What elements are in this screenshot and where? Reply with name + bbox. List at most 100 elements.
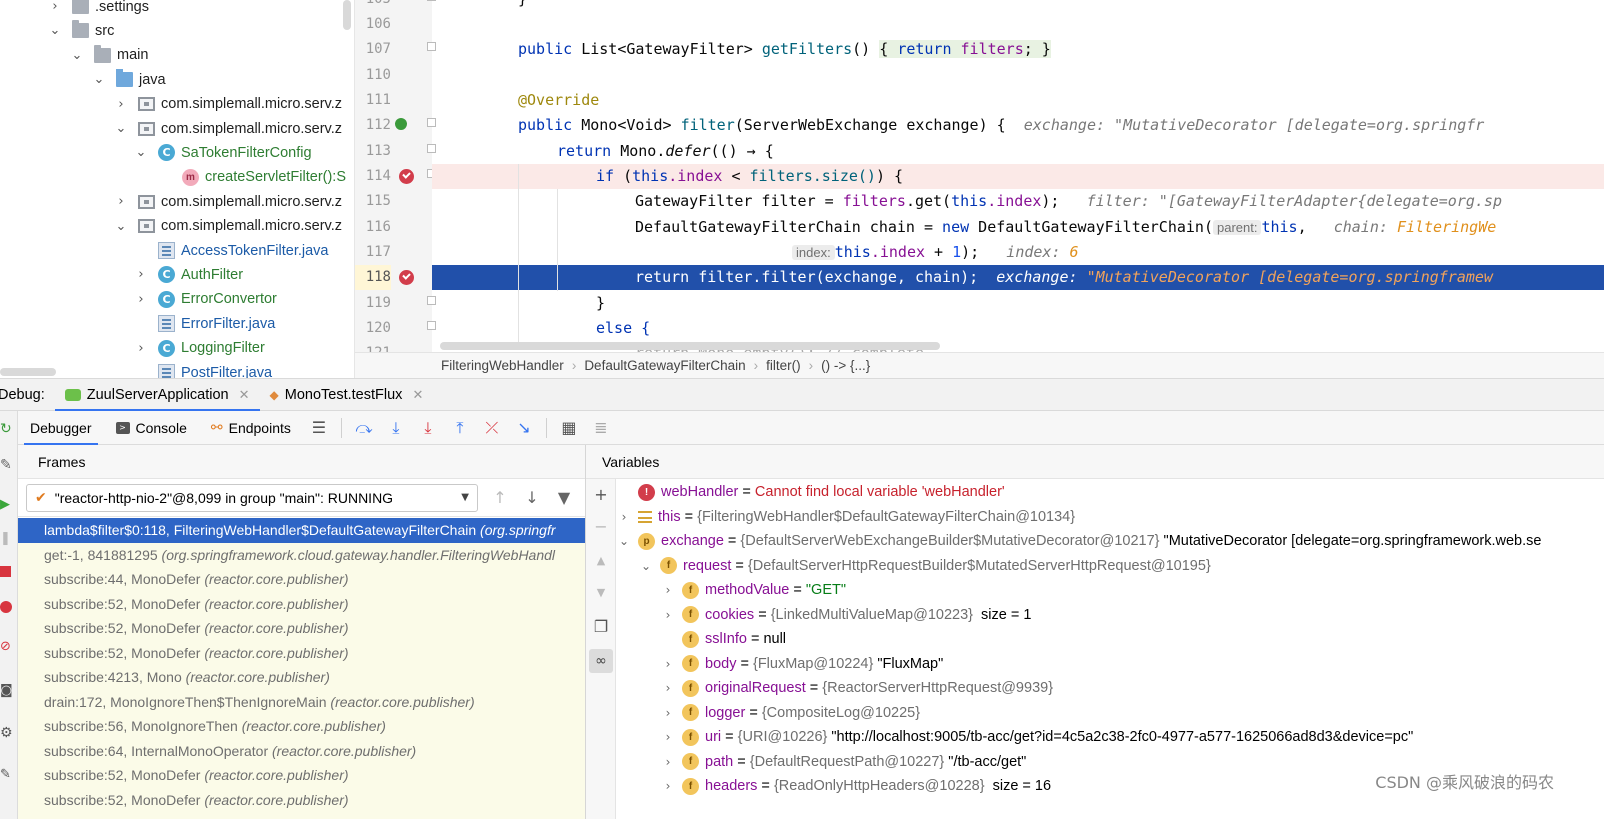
project-tree-item[interactable]: › .settings [48, 0, 149, 19]
chevron-down-icon[interactable]: ⌄ [134, 145, 148, 160]
step-into-icon[interactable]: ⤓ [385, 417, 407, 439]
variable-row[interactable]: › f cookies = {LinkedMultiValueMap@10223} … [662, 603, 1031, 628]
rerun-icon[interactable]: ↻ [0, 421, 14, 437]
editor-horizontal-scrollbar[interactable] [440, 342, 940, 350]
chevron-right-icon[interactable]: › [662, 730, 674, 744]
stack-frame[interactable]: subscribe:52, MonoDefer (reactor.core.pu… [18, 641, 585, 666]
breadcrumb-item[interactable]: () -> {...} [821, 358, 870, 373]
chevron-down-icon[interactable]: ⌄ [618, 534, 630, 548]
variable-row[interactable]: ⌄ f request = {DefaultServerHttpRequestBui… [640, 554, 1211, 579]
chevron-right-icon[interactable]: › [662, 755, 674, 769]
drop-frame-icon[interactable]: ⤫ [481, 417, 503, 439]
variable-row[interactable]: › this = {FilteringWebHandler$DefaultGate… [618, 505, 1075, 530]
stack-frame[interactable]: subscribe:52, MonoDefer (reactor.core.pu… [18, 592, 585, 617]
move-down-icon[interactable]: ▼ [593, 585, 609, 601]
chevron-right-icon[interactable]: › [134, 267, 148, 282]
chevron-down-icon[interactable]: ⌄ [640, 559, 652, 573]
chevron-right-icon[interactable]: › [134, 292, 148, 307]
view-breakpoints-icon[interactable] [0, 601, 12, 613]
code-editor[interactable]: 105 106 107 110 111 112 113 114 115 116 117 118 119 1… [355, 0, 1604, 352]
breadcrumb-item[interactable]: filter() [766, 358, 801, 373]
variable-row[interactable]: f sslInfo = null [662, 627, 786, 652]
tab-zuul-server-application[interactable]: ZuulServerApplication ✕ [54, 378, 260, 412]
run-to-cursor-icon[interactable]: ↘ [513, 417, 535, 439]
tree-horizontal-scrollbar[interactable] [0, 368, 56, 376]
chevron-right-icon[interactable]: › [662, 657, 674, 671]
variable-row[interactable]: › f path = {DefaultRequestPath@10227} "/tb… [662, 750, 1026, 775]
project-tree-item[interactable]: PostFilter.java [134, 360, 272, 378]
step-out-icon[interactable]: ⤒ [449, 417, 471, 439]
resume-icon[interactable]: ▶ [0, 497, 14, 512]
chevron-down-icon[interactable]: ⌄ [70, 48, 84, 63]
layout-menu-icon[interactable]: ☰ [308, 417, 330, 439]
stack-frame[interactable]: subscribe:52, MonoDefer (reactor.core.pu… [18, 788, 585, 813]
project-tree-item[interactable]: m createServletFilter():S [158, 165, 346, 190]
add-watch-icon[interactable]: + [593, 487, 609, 503]
pin-icon[interactable]: ✎ [0, 767, 14, 782]
thread-selector[interactable]: ✔ "reactor-http-nio-2"@8,099 in group "m… [26, 483, 478, 512]
close-icon[interactable]: ✕ [239, 387, 250, 403]
variable-row[interactable]: › f headers = {ReadOnlyHttpHeaders@10228} … [662, 774, 1051, 799]
project-tree-item[interactable]: › com.simplemall.micro.serv.z [114, 189, 342, 214]
folded-body[interactable]: { return filters; } [879, 40, 1051, 58]
arrow-down-icon[interactable]: ↓ [520, 486, 544, 510]
mute-breakpoints-icon[interactable]: ⊘ [0, 639, 14, 654]
chevron-right-icon[interactable]: › [662, 681, 674, 695]
trace-stream-icon[interactable]: ≣ [590, 417, 612, 439]
breakpoint-icon[interactable] [399, 270, 414, 285]
chevron-right-icon[interactable]: › [618, 510, 630, 524]
project-tree-item[interactable]: › C ErrorConvertor [134, 287, 277, 312]
glasses-icon[interactable]: ∞ [589, 649, 613, 673]
variable-row[interactable]: ⌄ p exchange = {DefaultServerWebExchangeBu… [618, 529, 1541, 554]
variable-row[interactable]: › f originalRequest = {ReactorServerHttpRe… [662, 676, 1053, 701]
breadcrumb-item[interactable]: DefaultGatewayFilterChain [584, 358, 745, 373]
chevron-right-icon[interactable]: › [114, 97, 128, 112]
chevron-down-icon[interactable]: ⌄ [92, 72, 106, 87]
evaluate-expression-icon[interactable]: ▦ [558, 417, 580, 439]
tree-vertical-scrollbar[interactable] [343, 0, 351, 30]
move-up-icon[interactable]: ▲ [593, 553, 609, 569]
chevron-right-icon[interactable]: › [134, 341, 148, 356]
arrow-up-icon[interactable]: ↑ [488, 486, 512, 510]
breakpoint-icon[interactable] [399, 169, 414, 184]
chevron-right-icon[interactable]: › [662, 608, 674, 622]
breadcrumb-item[interactable]: FilteringWebHandler [441, 358, 564, 373]
chevron-right-icon[interactable]: › [662, 706, 674, 720]
project-tree-item[interactable]: AccessTokenFilter.java [134, 238, 328, 263]
project-tree-item[interactable]: › com.simplemall.micro.serv.z [114, 92, 342, 117]
close-icon[interactable]: ✕ [412, 387, 423, 403]
override-marker-icon[interactable] [395, 118, 407, 130]
project-tree-item[interactable]: ⌄ java [92, 67, 166, 92]
stack-frame[interactable]: drain:172, MonoIgnoreThen$ThenIgnoreMain… [18, 690, 585, 715]
stack-frame[interactable]: subscribe:56, MonoIgnoreThen (reactor.co… [18, 714, 585, 739]
variable-row[interactable]: › f methodValue = "GET" [662, 578, 846, 603]
camera-icon[interactable]: ◙ [0, 683, 14, 698]
pause-icon[interactable]: ❚ [0, 531, 14, 546]
chevron-right-icon[interactable]: › [114, 194, 128, 209]
project-tree-item[interactable]: ⌄ main [70, 43, 148, 68]
stack-frame[interactable]: subscribe:52, MonoDefer (reactor.core.pu… [18, 763, 585, 788]
stack-frame[interactable]: subscribe:64, InternalMonoOperator (reac… [18, 739, 585, 764]
stop-icon[interactable] [0, 566, 11, 577]
tab-endpoints[interactable]: ⚯ Endpoints [199, 411, 303, 445]
chevron-right-icon[interactable]: › [662, 779, 674, 793]
copy-icon[interactable]: ❐ [593, 619, 609, 635]
chevron-down-icon[interactable]: ⌄ [114, 121, 128, 136]
step-over-icon[interactable]: ⤼ [353, 417, 375, 439]
stack-frame[interactable]: subscribe:44, MonoDefer (reactor.core.pu… [18, 567, 585, 592]
tab-mono-test[interactable]: ◆ MonoTest.testFlux ✕ [260, 378, 434, 411]
project-tree-item[interactable]: › C LoggingFilter [134, 336, 265, 361]
variable-row[interactable]: › f uri = {URI@10226} "http://localhost:90… [662, 725, 1413, 750]
remove-watch-icon[interactable]: − [593, 519, 609, 535]
project-tree-item[interactable]: › C AuthFilter [134, 262, 243, 287]
filter-icon[interactable]: ▼ [552, 486, 576, 510]
variable-row[interactable]: › f body = {FluxMap@10224} "FluxMap" [662, 652, 943, 677]
stack-frame[interactable]: get:-1, 841881295 (org.springframework.c… [18, 543, 585, 568]
tab-debugger[interactable]: Debugger [18, 411, 104, 446]
stack-frame[interactable]: subscribe:52, MonoDefer (reactor.core.pu… [18, 616, 585, 641]
settings-icon[interactable]: ⚙ [0, 725, 14, 741]
variable-row[interactable]: › f logger = {CompositeLog@10225} [662, 701, 920, 726]
stack-frame[interactable]: subscribe:4213, Mono (reactor.core.publi… [18, 665, 585, 690]
tab-console[interactable]: > Console [104, 411, 199, 445]
wrench-icon[interactable]: ✎ [0, 457, 14, 473]
